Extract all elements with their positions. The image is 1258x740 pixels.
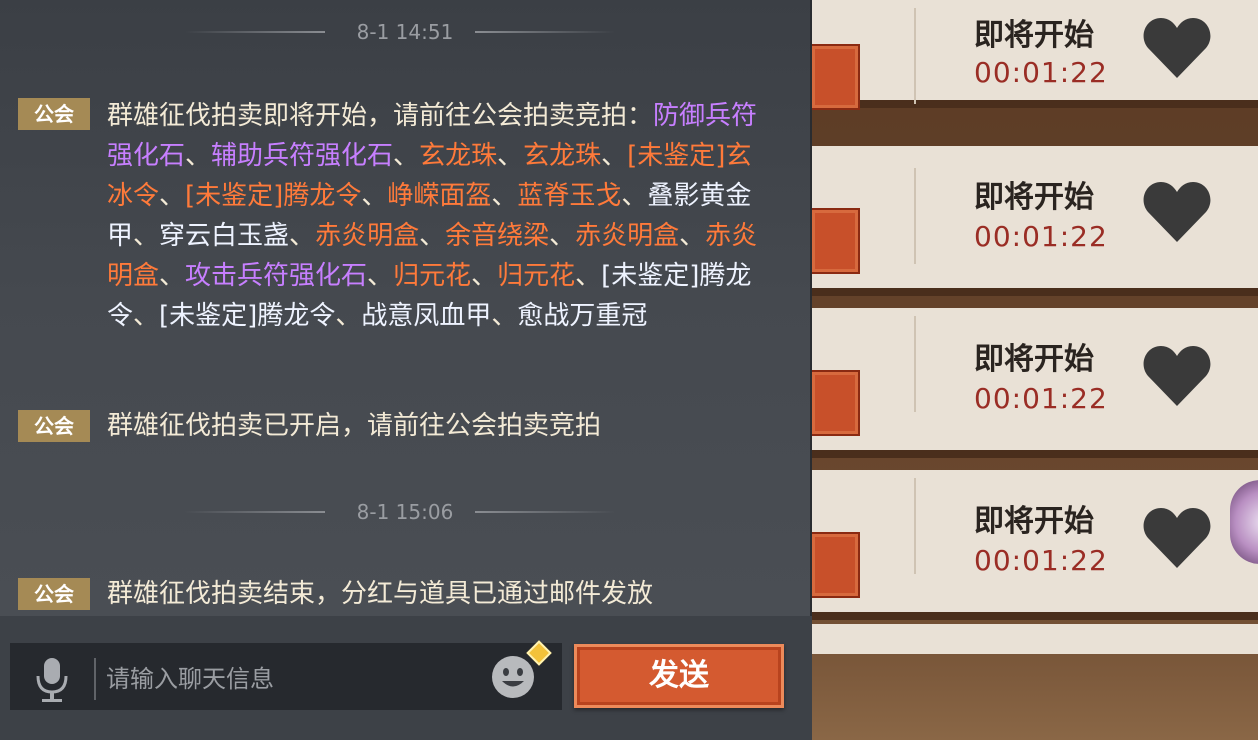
auction-status: 即将开始: [974, 180, 1094, 215]
separator-time: 8-1 14:51: [356, 20, 454, 44]
send-button[interactable]: 发送: [574, 644, 784, 708]
separator-line: [475, 511, 615, 513]
message-segment: 、: [159, 181, 186, 211]
message-segment: 、: [497, 141, 524, 171]
auction-row: 即将开始 00:01:22: [812, 0, 1258, 110]
message-segment: 、: [575, 261, 602, 291]
message-text: 群雄征伐拍卖已开启，请前往公会拍卖竞拍: [107, 411, 602, 441]
message-segment: 玄龙珠: [523, 141, 602, 171]
message-segment: 蓝脊玉戈: [517, 181, 622, 211]
bid-button[interactable]: [812, 532, 860, 598]
auction-timer: 00:01:22: [974, 56, 1108, 89]
chat-panel: 8-1 14:51 公会 群雄征伐拍卖即将开始，请前往公会拍卖竞拍：防御兵符强化…: [0, 0, 812, 740]
bid-button[interactable]: [812, 370, 860, 436]
input-divider: [94, 658, 96, 700]
message-segment: 余音绕梁: [445, 221, 550, 251]
message-segment: 、: [133, 221, 160, 251]
row-divider: [914, 8, 916, 104]
message-segment: 赤炎明盒: [315, 221, 420, 251]
message-segment: 、: [289, 221, 316, 251]
message-segment: 、: [679, 221, 706, 251]
auction-timer: 00:01:22: [974, 220, 1108, 253]
row-divider: [914, 478, 916, 574]
heart-icon[interactable]: [1142, 180, 1212, 244]
message-segment: 愈战万重冠: [517, 301, 648, 331]
separator-line: [185, 31, 325, 33]
message-segment: 玄龙珠: [419, 141, 498, 171]
auction-row: 即将开始 00:01:22: [812, 470, 1258, 620]
message-segment: 穿云白玉盏: [159, 221, 290, 251]
time-separator: 8-1 15:06: [0, 500, 812, 524]
guild-tag: 公会: [18, 578, 90, 610]
separator-line: [475, 31, 615, 33]
message-segment: 攻击兵符强化石: [185, 261, 368, 291]
row-divider: [914, 316, 916, 412]
message-segment: 、: [133, 301, 160, 331]
auction-row: 即将开始 00:01:22: [812, 146, 1258, 296]
guild-tag: 公会: [18, 98, 90, 130]
message-segment: 赤炎明盒: [575, 221, 680, 251]
heart-icon[interactable]: [1142, 506, 1212, 570]
message-segment: 、: [471, 261, 498, 291]
auction-timer: 00:01:22: [974, 382, 1108, 415]
bid-button[interactable]: [812, 44, 860, 110]
auction-status: 即将开始: [974, 342, 1094, 377]
message-segment: [未鉴定]腾龙令: [159, 301, 336, 331]
message-segment: 、: [419, 221, 446, 251]
chat-message-input[interactable]: [106, 658, 476, 700]
message-segment: 、: [491, 301, 518, 331]
auction-panel: 即将开始 00:01:22 即将开始 00:01:22 即将开始 00:01:2…: [812, 0, 1258, 740]
message-segment: 、: [621, 181, 648, 211]
guild-tag: 公会: [18, 410, 90, 442]
message-segment: [未鉴定]腾龙令: [185, 181, 362, 211]
message-segment: 归元花: [497, 261, 576, 291]
message-segment: 、: [361, 181, 388, 211]
separator-line: [185, 511, 325, 513]
message-segment: 战意凤血甲: [361, 301, 492, 331]
message-segment: 群雄征伐拍卖即将开始，请前往公会拍卖竞拍：: [107, 101, 654, 131]
auction-status: 即将开始: [974, 504, 1094, 539]
message-segment: 、: [335, 301, 362, 331]
message-segment: 、: [549, 221, 576, 251]
message-segment: 、: [601, 141, 628, 171]
emoji-icon[interactable]: [490, 652, 536, 700]
message-segment: 归元花: [393, 261, 472, 291]
heart-icon[interactable]: [1142, 16, 1212, 80]
message-segment: 、: [367, 261, 394, 291]
microphone-icon[interactable]: [32, 656, 72, 704]
message-segment: 辅助兵符强化石: [211, 141, 394, 171]
auction-row-partial: [812, 624, 1258, 654]
separator-time: 8-1 15:06: [356, 500, 454, 524]
message-text: 群雄征伐拍卖结束，分红与道具已通过邮件发放: [107, 579, 654, 609]
message-text: 群雄征伐拍卖即将开始，请前往公会拍卖竞拍：防御兵符强化石、辅助兵符强化石、玄龙珠…: [107, 96, 767, 336]
auction-timer: 00:01:22: [974, 544, 1108, 577]
auction-status: 即将开始: [974, 18, 1094, 53]
row-divider: [914, 168, 916, 264]
message-segment: 、: [393, 141, 420, 171]
message-segment: 、: [491, 181, 518, 211]
bid-button[interactable]: [812, 208, 860, 274]
message-segment: 峥嵘面盔: [387, 181, 492, 211]
message-segment: 、: [185, 141, 212, 171]
message-segment: 、: [159, 261, 186, 291]
heart-icon[interactable]: [1142, 344, 1212, 408]
time-separator: 8-1 14:51: [0, 20, 812, 44]
auction-row: 即将开始 00:01:22: [812, 308, 1258, 458]
